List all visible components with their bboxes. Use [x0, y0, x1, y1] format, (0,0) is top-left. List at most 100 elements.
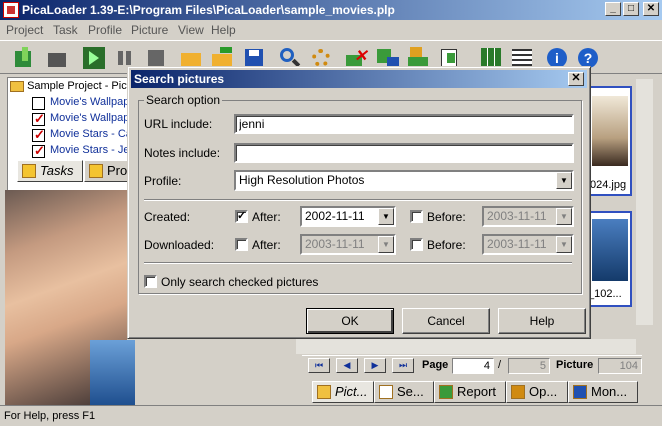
tab-search[interactable]: Se... [374, 381, 434, 403]
downloaded-before-value: 2003-11-11 [487, 237, 547, 251]
open-project-icon[interactable] [44, 45, 70, 71]
tab-profiles[interactable]: Pro [84, 160, 128, 182]
search-tab-icon [379, 385, 393, 399]
pictures-icon [317, 385, 331, 399]
tree-root[interactable]: Sample Project - Pict [10, 80, 129, 92]
folder-icon [10, 80, 24, 92]
tree-item-label: Movie's Wallpape [50, 112, 129, 124]
tree-item-checkbox[interactable] [32, 143, 45, 159]
created-before-date[interactable]: 2003-11-11 ▼ [482, 206, 574, 227]
menu-picture[interactable]: Picture [131, 23, 168, 37]
downloaded-before-checkbox[interactable] [410, 238, 423, 251]
profile-select[interactable]: High Resolution Photos ▼ [234, 170, 574, 191]
cancel-button[interactable]: Cancel [402, 308, 490, 334]
pager: ⏮ ◀ ▶ ⏭ Page 4 / 5 Picture 104 [302, 355, 642, 375]
downloaded-after-date[interactable]: 2003-11-11 ▼ [300, 234, 396, 255]
url-input[interactable] [234, 114, 574, 134]
created-after-checkbox[interactable]: ✓ [235, 210, 248, 223]
downloaded-after-checkbox[interactable] [235, 238, 248, 251]
separator [144, 199, 572, 201]
close-button[interactable]: ✕ [643, 2, 659, 16]
chevron-down-icon[interactable]: ▼ [556, 172, 572, 189]
menu-view[interactable]: View [178, 23, 204, 37]
created-before-checkbox[interactable] [410, 210, 423, 223]
status-bar: For Help, press F1 [0, 405, 662, 426]
page-input[interactable]: 4 [452, 358, 494, 374]
vertical-scrollbar[interactable] [636, 79, 653, 325]
help-button[interactable]: Help [498, 308, 586, 334]
picture-preview [5, 190, 135, 405]
menu-task[interactable]: Task [53, 23, 78, 37]
preview-poster [90, 340, 135, 405]
dialog-titlebar: Search pictures ✕ [131, 70, 587, 88]
thumbnail-caption: _102... [588, 288, 622, 300]
tab-pictures[interactable]: Pict... [312, 381, 374, 403]
tab-monitor-label: Mon... [591, 384, 628, 399]
menu-profile[interactable]: Profile [88, 23, 122, 37]
created-after-date[interactable]: 2002-11-11 ▼ [300, 206, 396, 227]
tab-tasks-label: Tasks [40, 163, 74, 178]
profiles-icon [89, 164, 103, 178]
tab-profiles-label: Pro [107, 163, 128, 178]
downloaded-before-label: Before: [427, 238, 466, 252]
menu-project[interactable]: Project [6, 23, 43, 37]
created-label: Created: [144, 210, 191, 224]
url-label: URL include: [144, 117, 213, 131]
tasks-icon [22, 164, 36, 178]
tree-item[interactable]: Movie's Wallpape [32, 111, 129, 127]
thumbnail-caption: 024.jpg [590, 179, 627, 191]
thumbnail[interactable]: 024.jpg [586, 86, 632, 196]
created-before-label: Before: [427, 210, 466, 224]
tree-item[interactable]: Movie Stars - Ca [32, 127, 129, 143]
menu-help[interactable]: Help [211, 23, 236, 37]
only-checked-checkbox[interactable] [144, 275, 157, 288]
bottom-tabs: Pict... Se... Report Op... Mon... [308, 381, 648, 404]
thumbnail-image [592, 219, 628, 281]
search-pictures-dialog: Search pictures ✕ Search option URL incl… [127, 66, 591, 339]
page-separator: / [498, 359, 502, 371]
tree-root-label: Sample Project - Pict [27, 80, 129, 92]
tab-options[interactable]: Op... [506, 381, 568, 403]
tab-tasks[interactable]: Tasks [17, 160, 83, 182]
notes-input[interactable] [234, 143, 574, 163]
tree-item-checkbox[interactable] [32, 97, 45, 110]
chevron-down-icon[interactable]: ▼ [378, 208, 394, 225]
new-project-icon[interactable] [12, 45, 38, 71]
tab-options-label: Op... [529, 384, 558, 399]
downloaded-after-label: After: [252, 238, 281, 252]
tab-report-label: Report [457, 384, 497, 399]
thumbnail-image [592, 96, 628, 166]
created-after-value: 2002-11-11 [305, 209, 365, 223]
page-label: Page [422, 359, 449, 371]
tree-item-checkbox[interactable] [32, 111, 45, 127]
chevron-down-icon[interactable]: ▼ [556, 208, 572, 225]
minimize-button[interactable]: _ [605, 2, 621, 16]
tree-item-checkbox[interactable] [32, 127, 45, 143]
ok-button[interactable]: OK [306, 308, 394, 334]
tree-item[interactable]: Movie Stars - Je [32, 143, 128, 159]
created-before-value: 2003-11-11 [487, 209, 547, 223]
thumbnail[interactable]: _102... [586, 211, 632, 307]
tab-report[interactable]: Report [434, 381, 506, 403]
prev-page-button[interactable]: ◀ [336, 358, 358, 373]
start-icon[interactable] [81, 45, 107, 71]
first-page-button[interactable]: ⏮ [308, 358, 330, 373]
app-title: PicaLoader 1.39-E:\Program Files\PicaLoa… [22, 3, 395, 17]
status-text: For Help, press F1 [4, 410, 96, 422]
tab-pictures-label: Pict... [335, 384, 368, 399]
report-icon [439, 385, 453, 399]
next-page-button[interactable]: ▶ [364, 358, 386, 373]
tree-item-label: Movie Stars - Ca [50, 128, 129, 140]
chevron-down-icon[interactable]: ▼ [556, 236, 572, 253]
downloaded-before-date[interactable]: 2003-11-11 ▼ [482, 234, 574, 255]
maximize-button[interactable]: □ [623, 2, 639, 16]
downloaded-after-value: 2003-11-11 [305, 237, 365, 251]
tab-monitor[interactable]: Mon... [568, 381, 638, 403]
monitor-icon [573, 385, 587, 399]
dialog-close-button[interactable]: ✕ [568, 72, 584, 86]
horizontal-scrollbar[interactable] [296, 339, 636, 354]
tree-item-label: Movie's Wallpape [50, 96, 129, 108]
tree-item[interactable]: Movie's Wallpape [32, 96, 129, 111]
last-page-button[interactable]: ⏭ [392, 358, 414, 373]
chevron-down-icon[interactable]: ▼ [378, 236, 394, 253]
